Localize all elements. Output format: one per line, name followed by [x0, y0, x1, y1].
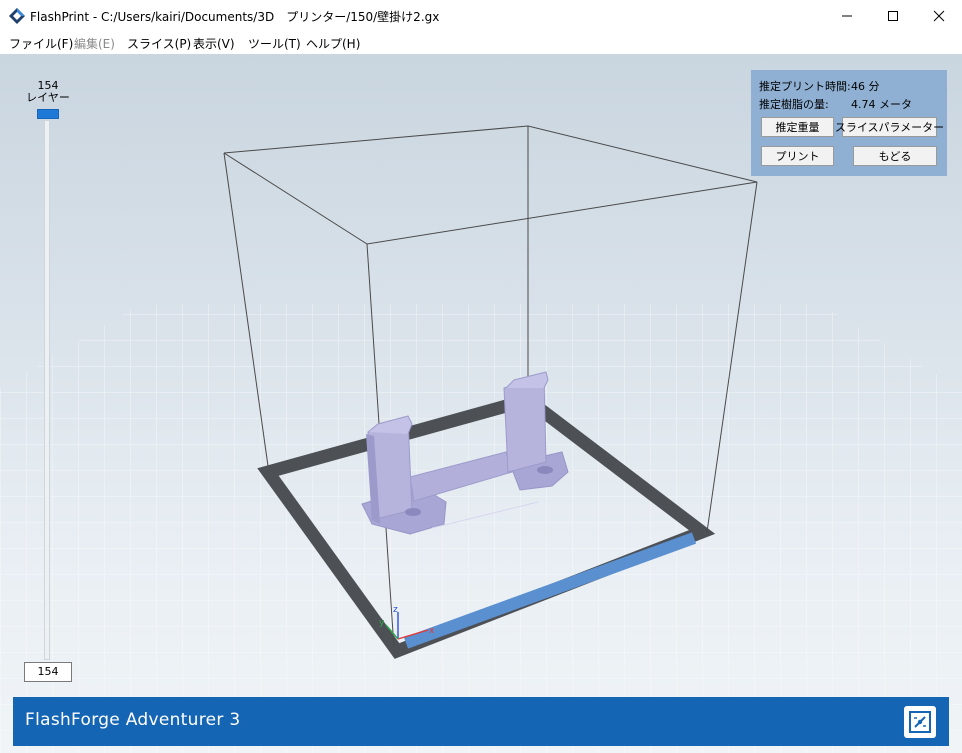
print-time-value: 46 分: [851, 80, 880, 93]
menu-help[interactable]: ヘルプ(H): [306, 35, 360, 52]
layer-slider-track[interactable]: [44, 120, 50, 660]
filament-value: 4.74 メータ: [851, 98, 912, 111]
layer-value-input[interactable]: 154: [24, 662, 72, 682]
flashprint-app-icon: [9, 8, 25, 24]
close-button[interactable]: [916, 0, 962, 32]
menu-view[interactable]: 表示(V): [193, 35, 235, 52]
layer-slider-thumb[interactable]: [37, 109, 59, 119]
printer-status-bar: FlashForge Adventurer 3: [13, 697, 949, 746]
slice-parameters-button[interactable]: スライスパラメーター: [835, 117, 944, 137]
floor-grid: [0, 304, 962, 753]
layer-label: レイヤー: [26, 91, 70, 104]
menu-bar: ファイル(F) 編集(E) スライス(P) 表示(V) ツール(T) ヘルプ(H…: [0, 32, 962, 54]
axis-z-label: z: [393, 605, 398, 615]
3d-viewport[interactable]: z x y 154 レイヤー 154 推定プリント時間:46 分 推定樹脂の量:…: [0, 54, 962, 753]
print-button[interactable]: プリント: [761, 146, 834, 166]
axis-y-label: y: [379, 618, 385, 628]
plug-icon: [909, 711, 931, 733]
back-button[interactable]: もどる: [853, 146, 937, 166]
printer-name: FlashForge Adventurer 3: [25, 710, 241, 730]
menu-file[interactable]: ファイル(F): [9, 35, 73, 52]
estimate-weight-button[interactable]: 推定重量: [761, 117, 834, 137]
filament-label: 推定樹脂の量:: [759, 98, 829, 111]
minimize-icon: [842, 15, 852, 17]
title-bar: FlashPrint - C:/Users/kairi/Documents/3D…: [0, 0, 962, 32]
filament-row: 推定樹脂の量: 4.74 メータ: [759, 96, 912, 112]
maximize-button[interactable]: [870, 0, 916, 32]
print-time-row: 推定プリント時間:46 分: [759, 78, 880, 94]
menu-tools[interactable]: ツール(T): [248, 35, 301, 52]
menu-slice[interactable]: スライス(P): [127, 35, 191, 52]
window-title: FlashPrint - C:/Users/kairi/Documents/3D…: [30, 10, 440, 24]
minimize-button[interactable]: [824, 0, 870, 32]
print-time-label: 推定プリント時間:: [759, 80, 851, 93]
slice-info-panel: 推定プリント時間:46 分 推定樹脂の量: 4.74 メータ 推定重量 スライスパ…: [751, 70, 947, 176]
axis-x-label: x: [429, 626, 435, 636]
close-icon: [933, 10, 945, 22]
menu-edit[interactable]: 編集(E): [74, 35, 115, 52]
connection-icon[interactable]: [904, 706, 936, 738]
maximize-icon: [888, 11, 898, 21]
